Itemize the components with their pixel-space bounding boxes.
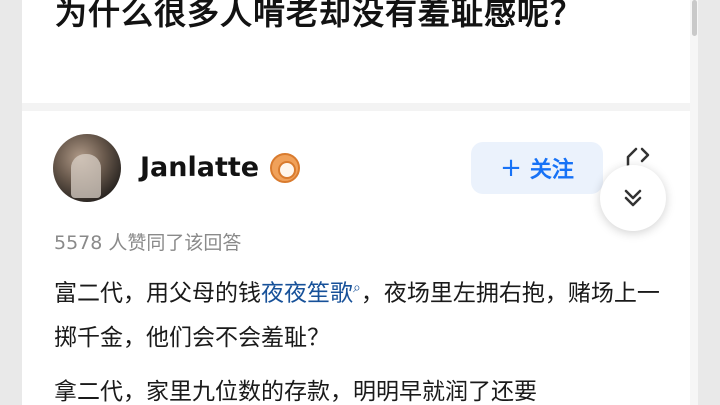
answer-card: 为什么很多人啃老却没有羞耻感呢？ Janlatte + 关注 5578 人赞同了… bbox=[22, 0, 698, 405]
question-title[interactable]: 为什么很多人啃老却没有羞耻感呢？ bbox=[55, 0, 583, 34]
answer-paragraph: 富二代，用父母的钱夜夜笙歌⌕，夜场里左拥右抱，赌场上一掷千金，他们会不会羞耻？ bbox=[54, 266, 664, 360]
search-icon[interactable]: ⌕ bbox=[353, 280, 361, 296]
follow-button[interactable]: + 关注 bbox=[471, 142, 603, 194]
avatar[interactable] bbox=[53, 134, 121, 202]
chevron-double-down-icon bbox=[624, 189, 642, 207]
paragraph-text: 富二代，用父母的钱 bbox=[54, 280, 261, 307]
creator-badge-icon bbox=[270, 153, 300, 183]
scrollbar-thumb[interactable] bbox=[692, 0, 697, 36]
vote-count: 5578 人赞同了该回答 bbox=[54, 232, 242, 254]
answer-paragraph: 拿二代，家里九位数的存款，明明早就润了还要 bbox=[54, 379, 537, 405]
section-divider bbox=[22, 103, 698, 111]
expand-button[interactable] bbox=[600, 165, 666, 231]
author-name[interactable]: Janlatte bbox=[140, 152, 259, 183]
scrollbar[interactable] bbox=[690, 0, 698, 405]
search-link[interactable]: 夜夜笙歌 bbox=[261, 281, 353, 307]
plus-icon: + bbox=[500, 153, 522, 183]
follow-label: 关注 bbox=[529, 158, 574, 183]
